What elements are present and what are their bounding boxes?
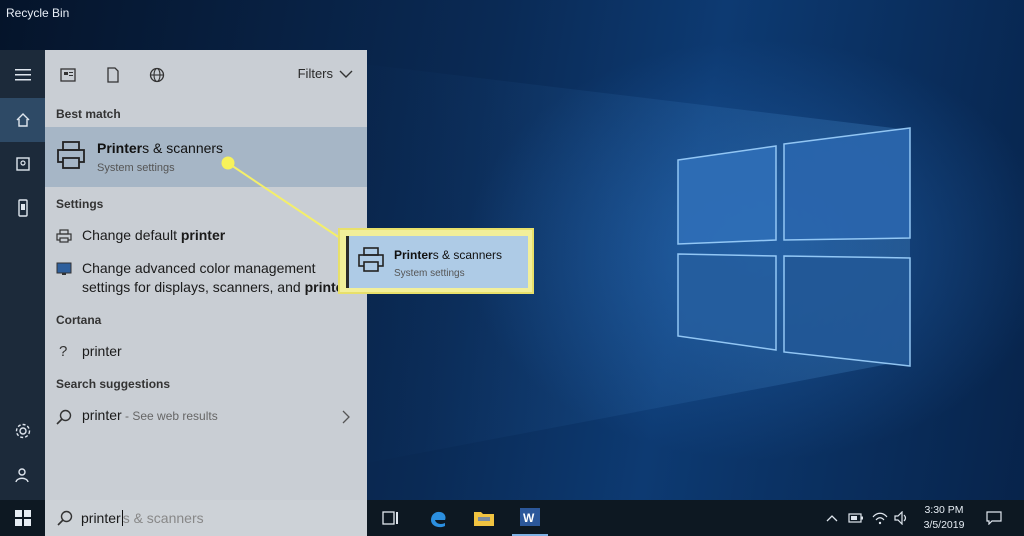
printer-icon: [358, 247, 384, 272]
volume-icon[interactable]: [892, 500, 912, 536]
action-center-button[interactable]: [980, 500, 1008, 536]
clock-date: 3/5/2019: [923, 519, 965, 531]
wifi-icon[interactable]: [870, 500, 890, 536]
callout-zoom: Printers & scanners System settings: [338, 228, 534, 294]
taskbar-clock[interactable]: 3:30 PM 3/5/2019: [916, 503, 972, 533]
taskbar-search-box[interactable]: printer s & scanners: [45, 500, 367, 536]
notification-icon: [986, 511, 1002, 525]
clock-time: 3:30 PM: [924, 504, 964, 516]
search-icon: [57, 510, 73, 526]
task-view-button[interactable]: [372, 500, 410, 536]
edge-button[interactable]: [420, 500, 456, 536]
word-button[interactable]: W: [512, 500, 548, 536]
file-explorer-button[interactable]: [466, 500, 502, 536]
callout-dot: [221, 156, 235, 170]
chevron-up-icon: [826, 515, 838, 522]
folder-icon: [474, 512, 494, 526]
task-view-icon: [382, 511, 398, 525]
search-query-text: printer s & scanners: [81, 510, 204, 526]
callout-subtitle: System settings: [394, 268, 465, 279]
callout-best-match: Printers & scanners System settings: [346, 236, 528, 288]
svg-text:W: W: [523, 511, 535, 525]
windows-start-icon: [14, 510, 31, 526]
battery-icon[interactable]: [846, 500, 866, 536]
start-button[interactable]: [0, 500, 45, 536]
callout-title: Printers & scanners: [394, 248, 503, 262]
word-icon: W: [520, 508, 540, 526]
edge-icon: [431, 511, 446, 528]
show-hidden-icons-button[interactable]: [824, 500, 840, 536]
taskbar: printer s & scanners W 3:30 PM 3/5/2019: [0, 500, 1024, 536]
